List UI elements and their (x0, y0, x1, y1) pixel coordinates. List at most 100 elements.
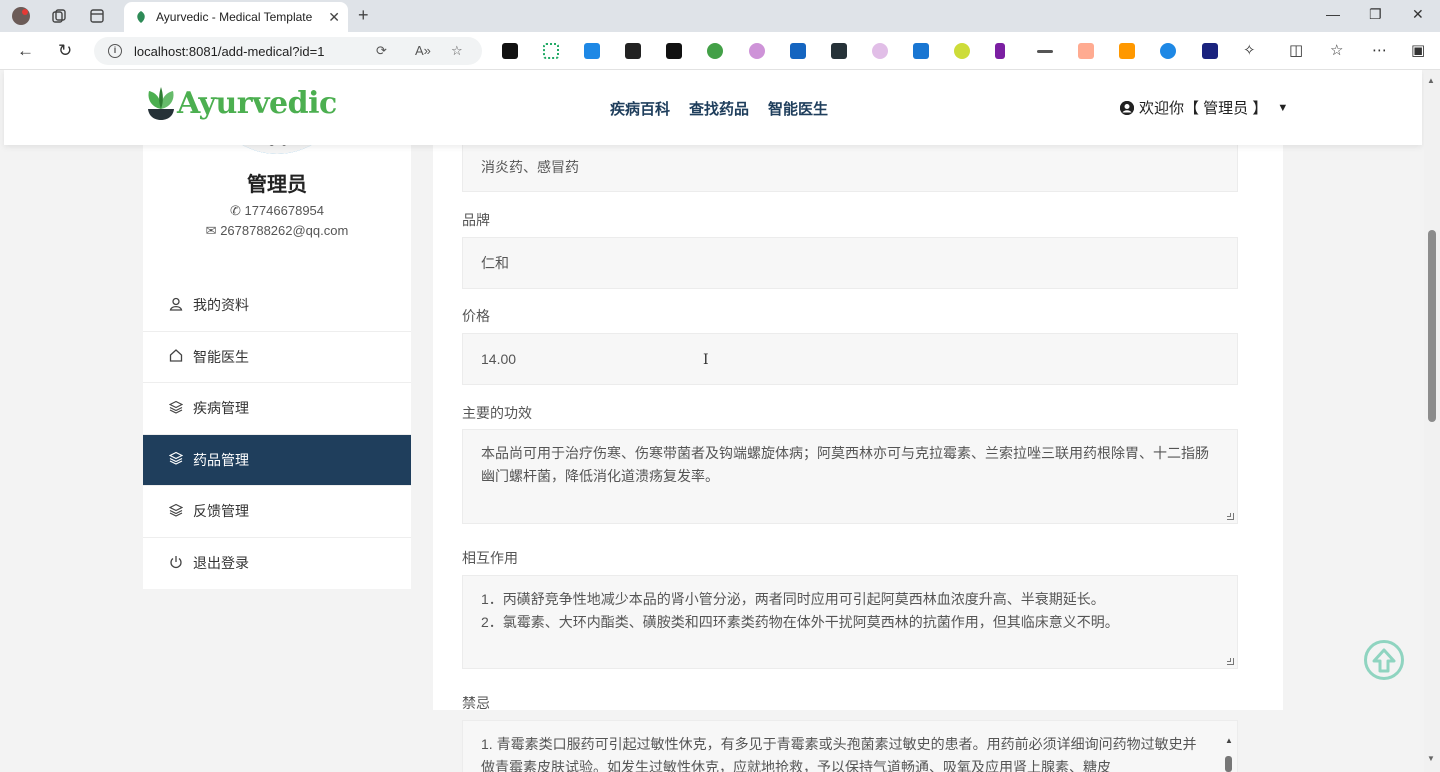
extension-icon[interactable] (954, 43, 970, 59)
tab-title: Ayurvedic - Medical Template (156, 10, 313, 24)
effect-textarea[interactable]: 本品尚可用于治疗伤寒、伤寒带菌者及钩端螺旋体病；阿莫西林亦可与克拉霉素、兰索拉唑… (462, 429, 1238, 524)
extension-icon[interactable] (1078, 43, 1094, 59)
extension-icon[interactable] (625, 43, 641, 59)
extension-icon[interactable] (543, 43, 559, 59)
site-header: Ayurvedic 疾病百科 查找药品 智能医生 欢迎你【 管理员 】 ▼ (4, 70, 1422, 145)
text-cursor-icon: I (703, 352, 709, 368)
sidebar-item-label: 反馈管理 (193, 503, 249, 520)
user-icon (168, 297, 184, 314)
extensions-puzzle-icon[interactable]: ✧ (1243, 41, 1256, 59)
profile-avatar-icon[interactable] (10, 6, 32, 26)
site-info-icon[interactable]: i (108, 44, 122, 58)
effect-label: 主要的功效 (462, 405, 532, 421)
browser-tab-active[interactable]: Ayurvedic - Medical Template ✕ (124, 2, 348, 32)
profile-email: ✉ 2678788262@qq.com (143, 223, 411, 239)
extension-icon[interactable] (872, 43, 888, 59)
main-nav: 疾病百科 查找药品 智能医生 (610, 98, 828, 119)
extension-icon[interactable] (1160, 43, 1176, 59)
tab-close-icon[interactable]: ✕ (328, 9, 340, 26)
textarea-scroll-thumb[interactable] (1225, 756, 1232, 772)
extension-icon[interactable] (707, 43, 723, 59)
nav-find-medicine[interactable]: 查找药品 (689, 98, 749, 119)
sidebar-item-label: 我的资料 (193, 297, 249, 314)
extension-icon[interactable] (995, 43, 1005, 59)
brand-label: 品牌 (462, 212, 490, 228)
tab-actions-icon[interactable] (86, 6, 108, 26)
user-greeting: 欢迎你【 管理员 】 (1139, 100, 1268, 117)
extension-icon[interactable] (666, 43, 682, 59)
sidebar-item-label: 智能医生 (193, 348, 249, 365)
phone-number: 17746678954 (244, 203, 325, 218)
favorite-star-icon[interactable]: ☆ (451, 43, 463, 59)
brand-value: 仁和 (481, 255, 509, 271)
sidebar-item-logout[interactable]: 退出登录 (143, 538, 411, 590)
reload-icon[interactable]: ↻ (58, 41, 72, 61)
nav-smart-doctor[interactable]: 智能医生 (768, 98, 828, 119)
price-label: 价格 (462, 308, 490, 324)
interaction-label: 相互作用 (462, 550, 518, 566)
user-menu[interactable]: 欢迎你【 管理员 】 ▼ (1120, 97, 1288, 118)
address-bar[interactable]: i localhost:8081/add-medical?id=1 ⟳ A» ☆ (94, 37, 482, 65)
power-icon (168, 555, 184, 572)
arrow-up-icon (1372, 648, 1396, 673)
interaction-textarea[interactable]: 1．丙磺舒竞争性地减少本品的肾小管分泌，两者同时应用可引起阿莫西林血浓度升高、半… (462, 575, 1238, 669)
price-input[interactable]: 14.00 (462, 333, 1238, 385)
extension-icon[interactable] (1119, 43, 1135, 59)
window-close-icon[interactable]: ✕ (1412, 6, 1424, 23)
workspaces-icon[interactable] (48, 6, 70, 26)
brand-input[interactable]: 仁和 (462, 237, 1238, 289)
extension-icon[interactable] (913, 43, 929, 59)
envelope-icon: ✉ (205, 223, 221, 238)
restore-icon[interactable]: ❐ (1369, 6, 1382, 23)
extension-icon[interactable] (831, 43, 847, 59)
profile-name: 管理员 (247, 174, 307, 196)
split-screen-icon[interactable]: ◫ (1289, 41, 1303, 59)
extension-icon[interactable] (1202, 43, 1218, 59)
extension-icon[interactable] (790, 43, 806, 59)
favorites-icon[interactable]: ☆ (1330, 41, 1343, 59)
taboo-label: 禁忌 (462, 695, 490, 711)
scroll-up-icon[interactable]: ▲ (1225, 729, 1233, 752)
sidebar-item-smart-doctor[interactable]: 智能医生 (143, 332, 411, 383)
price-value: 14.00 (481, 351, 517, 367)
translate-icon[interactable]: ⟳ (376, 43, 387, 59)
category-value: 消炎药、感冒药 (481, 159, 579, 175)
scroll-down-arrow-icon[interactable]: ▼ (1427, 754, 1435, 763)
nav-disease-encyclopedia[interactable]: 疾病百科 (610, 98, 670, 119)
site-logo[interactable]: Ayurvedic (145, 86, 337, 121)
extension-icon[interactable] (1037, 50, 1053, 53)
read-aloud-icon[interactable]: A» (415, 43, 431, 58)
email-address: 2678788262@qq.com (220, 223, 349, 238)
more-menu-icon[interactable]: ⋯ (1372, 41, 1387, 59)
sidebar-item-medicine-management[interactable]: 药品管理 (143, 434, 411, 486)
resize-handle-icon[interactable] (1227, 513, 1234, 520)
layers-icon (168, 503, 184, 520)
tab-favicon-icon (134, 10, 148, 24)
sidebar-item-my-profile[interactable]: 我的资料 (143, 280, 411, 332)
interaction-line: 1．丙磺舒竞争性地减少本品的肾小管分泌，两者同时应用可引起阿莫西林血浓度升高、半… (481, 591, 1105, 607)
taboo-value: 1. 青霉素类口服药可引起过敏性休克，有多见于青霉素或头孢菌素过敏史的患者。用药… (481, 736, 1197, 772)
new-tab-icon[interactable]: + (358, 5, 369, 26)
taboo-textarea[interactable]: 1. 青霉素类口服药可引起过敏性休克，有多见于青霉素或头孢菌素过敏史的患者。用药… (462, 720, 1238, 772)
caret-down-icon: ▼ (1277, 101, 1289, 114)
sidebar-toggle-icon[interactable]: ▣ (1411, 41, 1425, 59)
extension-icon[interactable] (502, 43, 518, 59)
browser-tab-bar: Ayurvedic - Medical Template ✕ + — ❐ ✕ (0, 0, 1440, 32)
page-scrollbar[interactable]: ▲ ▼ (1424, 70, 1440, 772)
home-icon (168, 348, 184, 365)
scroll-up-arrow-icon[interactable]: ▲ (1427, 76, 1435, 85)
page-scroll-thumb[interactable] (1428, 230, 1436, 422)
extension-icon[interactable] (584, 43, 600, 59)
extension-icon[interactable] (749, 43, 765, 59)
back-to-top-button[interactable] (1364, 640, 1404, 680)
effect-value: 本品尚可用于治疗伤寒、伤寒带菌者及钩端螺旋体病；阿莫西林亦可与克拉霉素、兰索拉唑… (481, 445, 1209, 484)
category-input[interactable]: 消炎药、感冒药 (462, 142, 1238, 192)
profile-phone: ✆ 17746678954 (143, 203, 411, 219)
sidebar-menu: 我的资料 智能医生 疾病管理 药品管理 反馈管理 退出登录 (143, 280, 411, 589)
sidebar-item-disease-management[interactable]: 疾病管理 (143, 383, 411, 435)
sidebar-item-feedback-management[interactable]: 反馈管理 (143, 486, 411, 538)
textarea-scrollbar[interactable]: ▲ (1225, 729, 1233, 772)
back-icon[interactable]: ← (17, 41, 34, 61)
minimize-icon[interactable]: — (1326, 6, 1340, 22)
resize-handle-icon[interactable] (1227, 658, 1234, 665)
